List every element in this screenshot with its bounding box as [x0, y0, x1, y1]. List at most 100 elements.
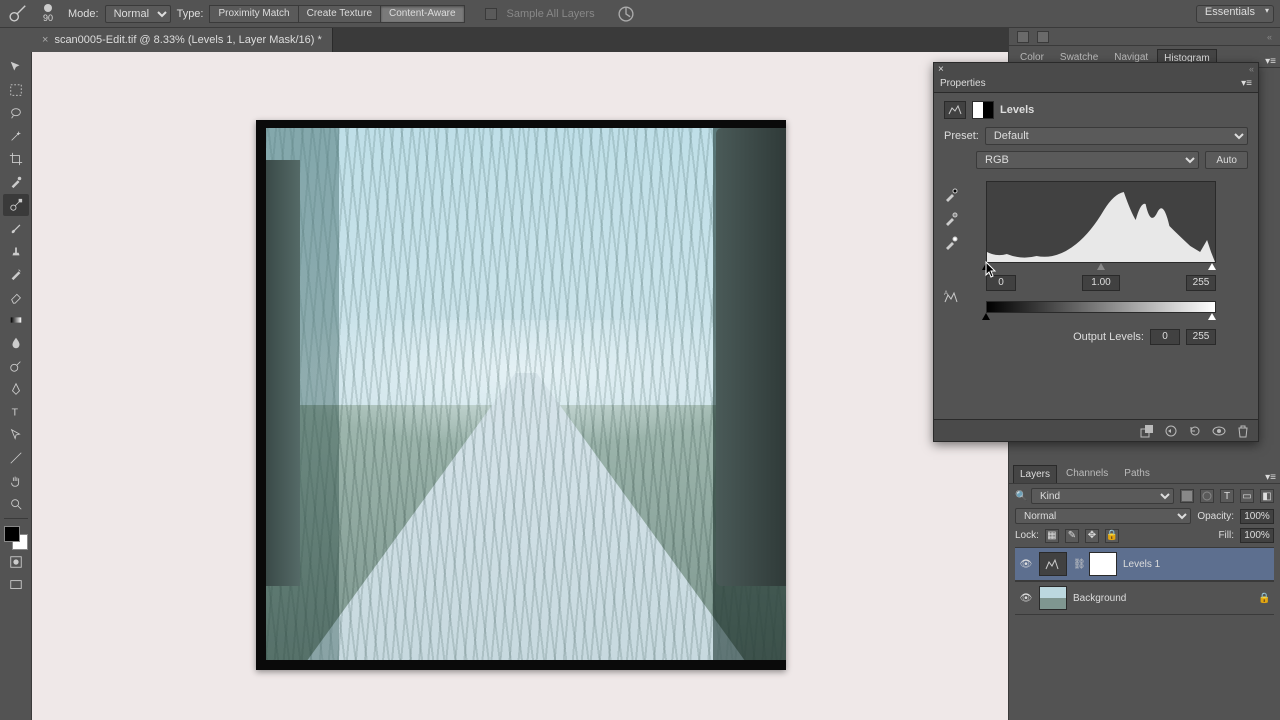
mask-thumb[interactable]	[1089, 552, 1117, 576]
layer-thumb[interactable]	[1039, 586, 1067, 610]
history-brush-tool[interactable]	[3, 263, 29, 285]
type-content-aware[interactable]: Content-Aware	[381, 5, 465, 23]
layers-panel-tabs: Layers Channels Paths ▾≡	[1009, 462, 1280, 484]
output-black-slider[interactable]	[982, 313, 990, 320]
eraser-tool[interactable]	[3, 286, 29, 308]
layer-row[interactable]: 👁 Background 🔒	[1015, 581, 1274, 615]
options-bar: 90 Mode: Normal Type: Proximity Match Cr…	[0, 0, 1280, 28]
zoom-tool[interactable]	[3, 493, 29, 515]
output-white-value[interactable]: 255	[1186, 329, 1216, 345]
visibility-icon[interactable]: 👁	[1019, 559, 1033, 570]
foreground-color-swatch[interactable]	[4, 526, 20, 542]
filter-type-icon[interactable]: T	[1220, 489, 1234, 503]
foreground-background-swatches[interactable]	[4, 526, 28, 550]
sample-all-checkbox[interactable]	[485, 8, 497, 20]
blend-mode-select[interactable]: Normal	[105, 5, 171, 23]
tab-paths[interactable]: Paths	[1117, 464, 1157, 483]
mask-icon[interactable]	[972, 101, 994, 119]
previous-state-icon[interactable]	[1164, 424, 1178, 438]
clone-stamp-tool[interactable]	[3, 240, 29, 262]
brush-tool[interactable]	[3, 217, 29, 239]
type-create-texture[interactable]: Create Texture	[299, 5, 381, 23]
layer-name[interactable]: Levels 1	[1123, 559, 1270, 570]
output-black-value[interactable]: 0	[1150, 329, 1180, 345]
reset-icon[interactable]	[1188, 424, 1202, 438]
auto-button[interactable]: Auto	[1205, 151, 1248, 169]
layer-name[interactable]: Background	[1073, 593, 1252, 604]
type-tool[interactable]: T	[3, 401, 29, 423]
tool-preset-icon[interactable]	[6, 3, 28, 25]
visibility-icon[interactable]: 👁	[1019, 593, 1033, 604]
eyedropper-tool[interactable]	[3, 171, 29, 193]
canvas-area[interactable]	[32, 52, 1008, 720]
opacity-value[interactable]: 100%	[1240, 509, 1274, 524]
close-icon[interactable]: ×	[938, 64, 944, 75]
screen-mode-icon[interactable]	[3, 574, 29, 596]
collapsed-panel-icon[interactable]	[1037, 31, 1049, 43]
filter-adjust-icon[interactable]	[1200, 489, 1214, 503]
visibility-icon[interactable]	[1212, 424, 1226, 438]
fill-value[interactable]: 100%	[1240, 528, 1274, 543]
brush-size-preview[interactable]: 90	[34, 4, 62, 23]
lock-position-icon[interactable]: ✥	[1085, 529, 1099, 543]
channel-select[interactable]: RGB	[976, 151, 1199, 169]
histogram[interactable]	[986, 181, 1216, 263]
output-white-slider[interactable]	[1208, 313, 1216, 320]
preset-select[interactable]: Default	[985, 127, 1248, 145]
move-tool[interactable]	[3, 56, 29, 78]
filter-pixel-icon[interactable]	[1180, 489, 1194, 503]
input-mid-value[interactable]: 1.00	[1082, 275, 1120, 291]
filter-smart-icon[interactable]: ◧	[1260, 489, 1274, 503]
collapse-panels-icon[interactable]: «	[1249, 64, 1254, 74]
tab-layers[interactable]: Layers	[1013, 465, 1057, 483]
adjust-icon[interactable]	[944, 101, 966, 119]
clip-to-layer-icon[interactable]	[1140, 424, 1154, 438]
eyedropper-gray-icon[interactable]	[944, 212, 958, 226]
pressure-icon[interactable]	[615, 3, 637, 25]
white-point-slider[interactable]	[1208, 263, 1216, 270]
blur-tool[interactable]	[3, 332, 29, 354]
input-white-value[interactable]: 255	[1186, 275, 1216, 291]
document-canvas[interactable]	[256, 120, 786, 670]
collapsed-panel-icon[interactable]	[1017, 31, 1029, 43]
line-tool[interactable]	[3, 447, 29, 469]
crop-tool[interactable]	[3, 148, 29, 170]
close-tab-icon[interactable]: ×	[42, 34, 48, 46]
pen-tool[interactable]	[3, 378, 29, 400]
properties-footer	[934, 419, 1258, 441]
brush-size-value: 90	[43, 13, 53, 23]
adjustment-thumb[interactable]	[1039, 552, 1067, 576]
panel-menu-icon[interactable]: ▾≡	[1265, 472, 1276, 483]
lock-transparency-icon[interactable]: ▦	[1045, 529, 1059, 543]
filter-shape-icon[interactable]: ▭	[1240, 489, 1254, 503]
panel-menu-icon[interactable]: ▾≡	[1241, 78, 1252, 89]
layer-row[interactable]: 👁 ⛓ Levels 1	[1015, 547, 1274, 581]
eyedropper-black-icon[interactable]	[944, 188, 958, 202]
midpoint-slider[interactable]	[1097, 263, 1105, 270]
lock-pixels-icon[interactable]: ✎	[1065, 529, 1079, 543]
type-proximity[interactable]: Proximity Match	[209, 5, 298, 23]
quick-mask-icon[interactable]	[3, 551, 29, 573]
layer-filter-kind[interactable]: Kind	[1031, 488, 1174, 504]
panel-menu-icon[interactable]: ▾≡	[1265, 56, 1276, 67]
path-selection-tool[interactable]	[3, 424, 29, 446]
sample-all-label: Sample All Layers	[507, 8, 595, 20]
marquee-tool[interactable]	[3, 79, 29, 101]
eyedropper-white-icon[interactable]	[944, 236, 958, 250]
trash-icon[interactable]	[1236, 424, 1250, 438]
lasso-tool[interactable]	[3, 102, 29, 124]
blend-mode-select[interactable]: Normal	[1015, 508, 1191, 524]
hand-tool[interactable]	[3, 470, 29, 492]
document-tab[interactable]: × scan0005-Edit.tif @ 8.33% (Levels 1, L…	[32, 28, 333, 52]
gradient-tool[interactable]	[3, 309, 29, 331]
dodge-tool[interactable]	[3, 355, 29, 377]
workspace-switcher[interactable]: Essentials	[1196, 5, 1274, 23]
healing-brush-tool[interactable]	[3, 194, 29, 216]
link-mask-icon[interactable]: ⛓	[1073, 559, 1083, 570]
calculate-icon[interactable]: A	[944, 290, 958, 304]
lock-all-icon[interactable]: 🔒	[1105, 529, 1119, 543]
tab-channels[interactable]: Channels	[1059, 464, 1115, 483]
collapse-panels-icon[interactable]: «	[1267, 32, 1272, 42]
magic-wand-tool[interactable]	[3, 125, 29, 147]
output-gradient[interactable]	[986, 301, 1216, 313]
